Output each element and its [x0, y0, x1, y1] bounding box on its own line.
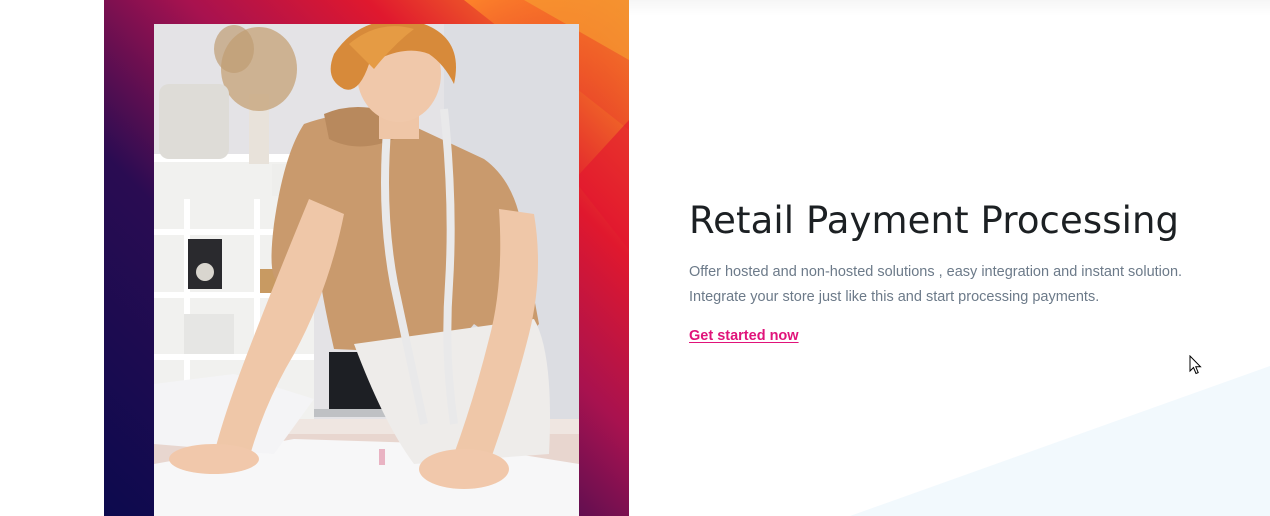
- page-title: Retail Payment Processing: [689, 199, 1180, 242]
- hero-content: Retail Payment Processing Offer hosted a…: [689, 196, 1249, 345]
- hero-description: Offer hosted and non-hosted solutions , …: [689, 260, 1209, 310]
- person-measuring-fabric-photo: [154, 24, 579, 516]
- page: Retail Payment Processing Offer hosted a…: [0, 0, 1270, 516]
- hero-description-line-2: Integrate your store just like this and …: [689, 289, 1100, 305]
- mouse-cursor-icon: [1189, 355, 1202, 375]
- hero-description-line-1: Offer hosted and non-hosted solutions , …: [689, 264, 1183, 280]
- get-started-link[interactable]: Get started now: [689, 328, 799, 344]
